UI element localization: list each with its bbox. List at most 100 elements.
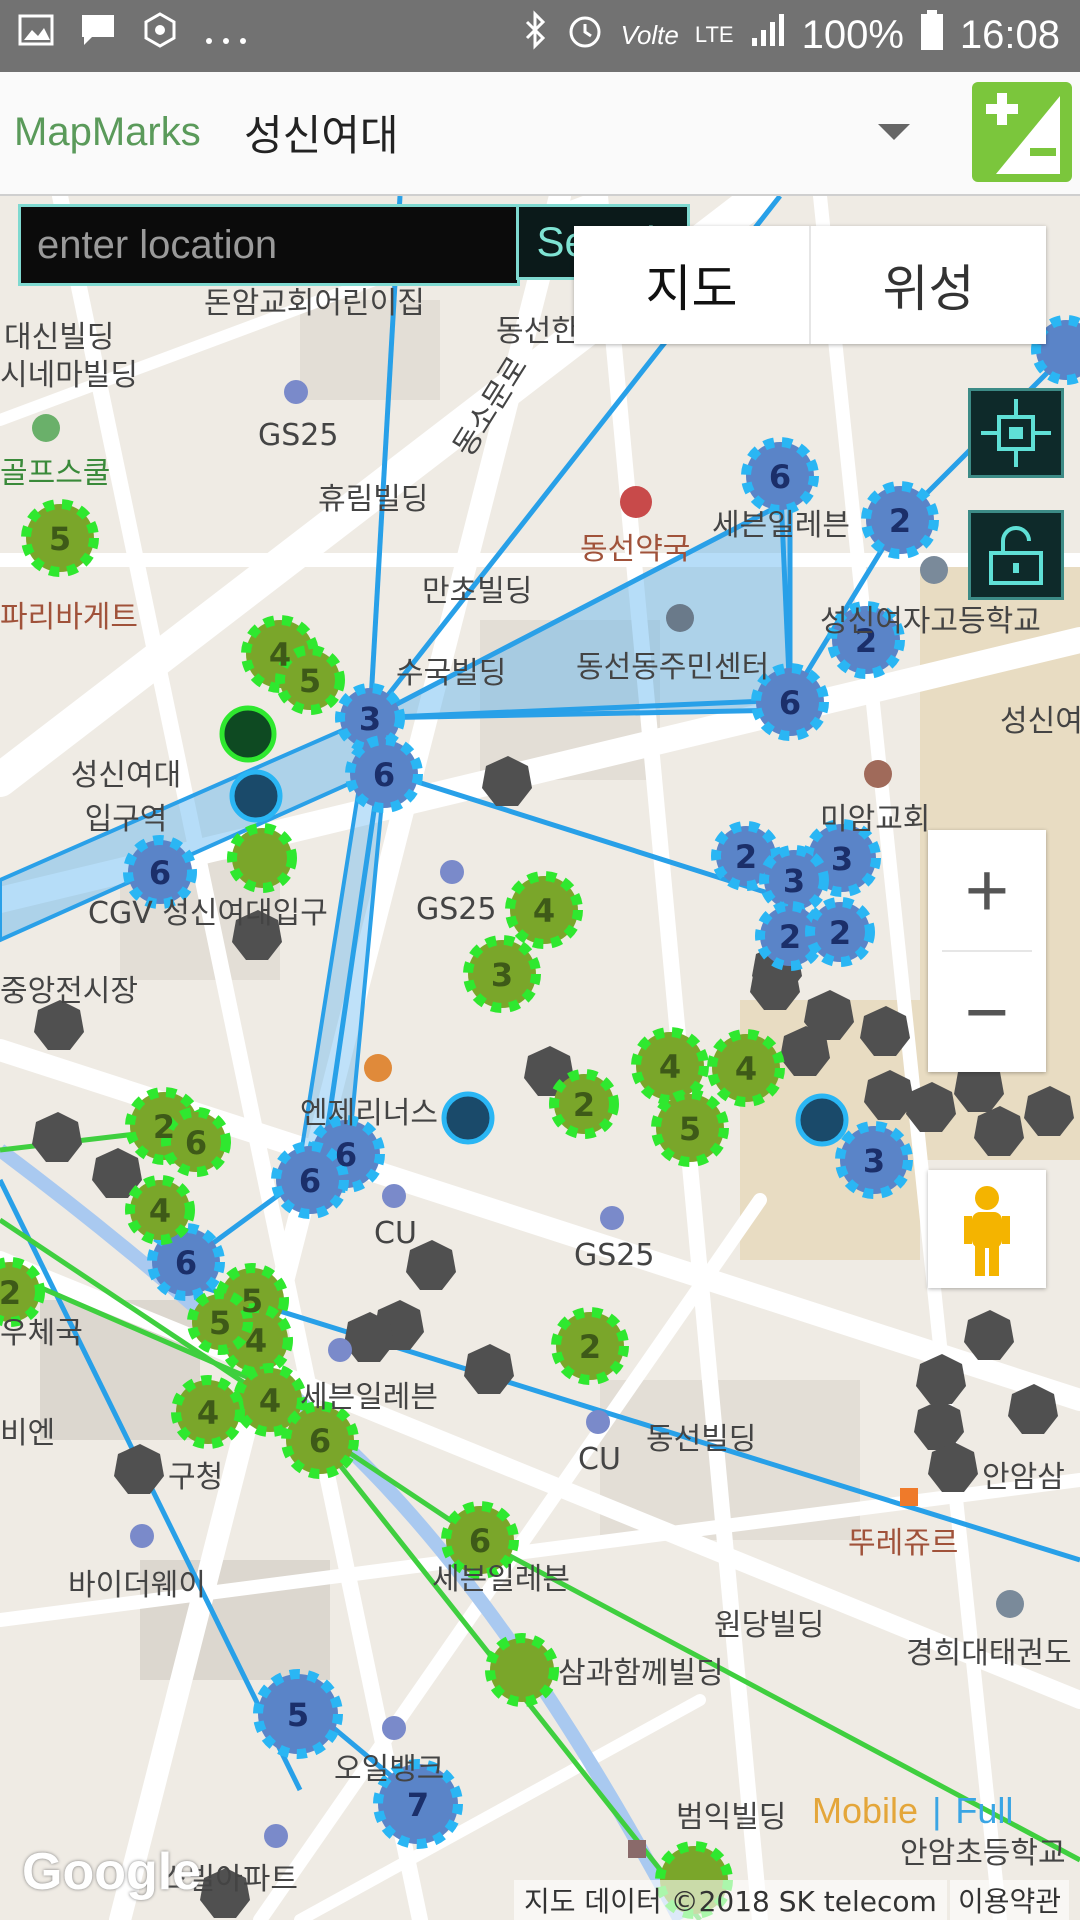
target-button[interactable]	[968, 388, 1064, 478]
zoom-in-button[interactable]: +	[928, 830, 1046, 950]
map-label: 수국빌딩	[396, 656, 507, 691]
map-label: 엔제리너스	[300, 1096, 438, 1131]
portal-level-green[interactable]: 4	[149, 1192, 171, 1230]
map-label: 세븐일레븐	[432, 1562, 570, 1597]
terms-link[interactable]: 이용약관	[950, 1880, 1070, 1920]
map-label: GS25	[574, 1238, 655, 1273]
map-label: 동선동주민센터	[576, 650, 770, 685]
portal-level-blue[interactable]: 7	[407, 1786, 429, 1824]
street-view-button[interactable]	[928, 1170, 1046, 1288]
map-label: 비엔	[0, 1416, 56, 1451]
portal-level-blue[interactable]: 2	[735, 838, 757, 876]
portal-level-green[interactable]: 2	[153, 1108, 175, 1146]
location-search-field[interactable]	[18, 204, 520, 286]
map-copyright: 지도 데이터 ©2018 SK telecom	[514, 1880, 947, 1920]
portal-level-green[interactable]: 4	[735, 1050, 757, 1088]
map-label: CGV 성신여대입구	[88, 896, 328, 931]
map-label: GS25	[416, 892, 497, 927]
map-label: 원당빌딩	[714, 1608, 825, 1643]
map-label: 미암교회	[820, 802, 931, 837]
portal-level-blue[interactable]: 2	[829, 914, 851, 952]
portal-level-blue[interactable]: 3	[831, 840, 853, 878]
map-label: 동선빌딩	[646, 1422, 757, 1457]
portal-level-green[interactable]: 5	[241, 1282, 263, 1320]
battery-icon	[920, 10, 944, 60]
alarm-icon	[565, 10, 605, 60]
portal-level-blue[interactable]: 3	[863, 1142, 885, 1180]
chevron-down-icon[interactable]	[878, 124, 910, 140]
mobile-link[interactable]: Mobile	[812, 1790, 918, 1831]
map-label: 우체국	[0, 1316, 83, 1351]
portal-level-blue[interactable]: 3	[359, 700, 381, 738]
portal-level-blue[interactable]: 5	[287, 1696, 309, 1734]
more-icon	[204, 15, 248, 55]
portal-level-blue[interactable]: 6	[335, 1136, 357, 1174]
zoom-control: + −	[928, 830, 1046, 1072]
portal-level-green[interactable]: 3	[491, 956, 513, 994]
portal-level-blue[interactable]: 6	[175, 1244, 197, 1282]
map-type-toggle: 지도 위성	[574, 226, 1046, 344]
map-label: 성신여	[1000, 704, 1080, 739]
settings-icon	[142, 12, 178, 57]
volte-icon: Volte	[620, 19, 679, 50]
map-label: 성신여자고등학교	[820, 604, 1041, 639]
portal-level-green[interactable]: 4	[245, 1322, 267, 1360]
portal-level-green[interactable]: 2	[579, 1328, 601, 1366]
portal-level-blue[interactable]: 6	[769, 458, 791, 496]
location-select[interactable]: 성신여대	[244, 102, 399, 163]
pegman-icon	[964, 1186, 1010, 1276]
message-icon	[80, 13, 116, 56]
map-label: 만초빌딩	[422, 574, 533, 609]
portal-level-blue[interactable]: 2	[889, 502, 911, 540]
map-label: 동선약국	[580, 532, 691, 567]
map-label: GS25	[258, 418, 339, 453]
portal-level-green[interactable]: 5	[679, 1110, 701, 1148]
map-type-satellite[interactable]: 위성	[811, 226, 1046, 344]
map-label: 휴림빌딩	[318, 482, 429, 517]
portal-level-green[interactable]: 4	[533, 892, 555, 930]
portal-level-green[interactable]: 5	[49, 520, 71, 558]
full-link[interactable]: Full	[955, 1790, 1013, 1831]
status-bar: Volte LTE 100% 16:08	[0, 0, 1080, 72]
map-type-map[interactable]: 지도	[574, 226, 811, 344]
bluetooth-icon	[523, 10, 549, 60]
map-label: 뚜레쥬르	[848, 1526, 959, 1561]
portal-level-blue[interactable]: 3	[783, 862, 805, 900]
google-logo: Google	[22, 1843, 202, 1901]
unlock-icon	[989, 526, 1043, 585]
portal-level-blue[interactable]: 6	[373, 756, 395, 794]
lock-button[interactable]	[968, 510, 1064, 600]
add-edit-button[interactable]	[972, 82, 1072, 182]
map-label: CU	[374, 1216, 417, 1251]
portal-level-green[interactable]: 4	[197, 1394, 219, 1432]
map-label: 바이더웨이	[68, 1568, 206, 1603]
app-brand: MapMarks	[14, 110, 201, 154]
portal-level-green[interactable]: 5	[209, 1304, 231, 1342]
portal-level-green[interactable]: 4	[659, 1048, 681, 1086]
zoom-out-button[interactable]: −	[928, 952, 1046, 1072]
map-view[interactable]: 622636323226663576545434245254446626452 …	[0, 196, 1080, 1920]
map-label: 안암초등학교	[900, 1836, 1066, 1871]
portal-level-blue[interactable]: 6	[149, 854, 171, 892]
portal-level-green[interactable]: 4	[269, 636, 291, 674]
portal-level-green[interactable]: 2	[573, 1086, 595, 1124]
status-right-icons: Volte LTE 100% 16:08	[523, 10, 1060, 60]
map-label: 중앙전시장	[0, 974, 138, 1009]
portal-level-green[interactable]: 6	[309, 1422, 331, 1460]
portal-level-green[interactable]: 5	[299, 662, 321, 700]
portal-level-blue[interactable]: 2	[779, 918, 801, 956]
map-label: CU	[578, 1442, 621, 1477]
status-left-icons	[18, 12, 248, 57]
portal-level-blue[interactable]: 6	[779, 684, 801, 722]
portal-level-blue[interactable]: 6	[299, 1162, 321, 1200]
search-input[interactable]	[21, 207, 517, 283]
portal-level-green[interactable]: 4	[259, 1382, 281, 1420]
portal-level-green[interactable]: 2	[0, 1274, 21, 1312]
map-label: 경희대태권도	[906, 1636, 1072, 1671]
battery-percent: 100%	[801, 12, 904, 57]
map-label: 범익빌딩	[676, 1800, 787, 1835]
view-mode-divider: |	[932, 1790, 942, 1831]
portal-level-green[interactable]: 6	[185, 1124, 207, 1162]
map-label: 파리바게트	[0, 600, 138, 635]
map-label: 세븐일레븐	[712, 508, 850, 543]
